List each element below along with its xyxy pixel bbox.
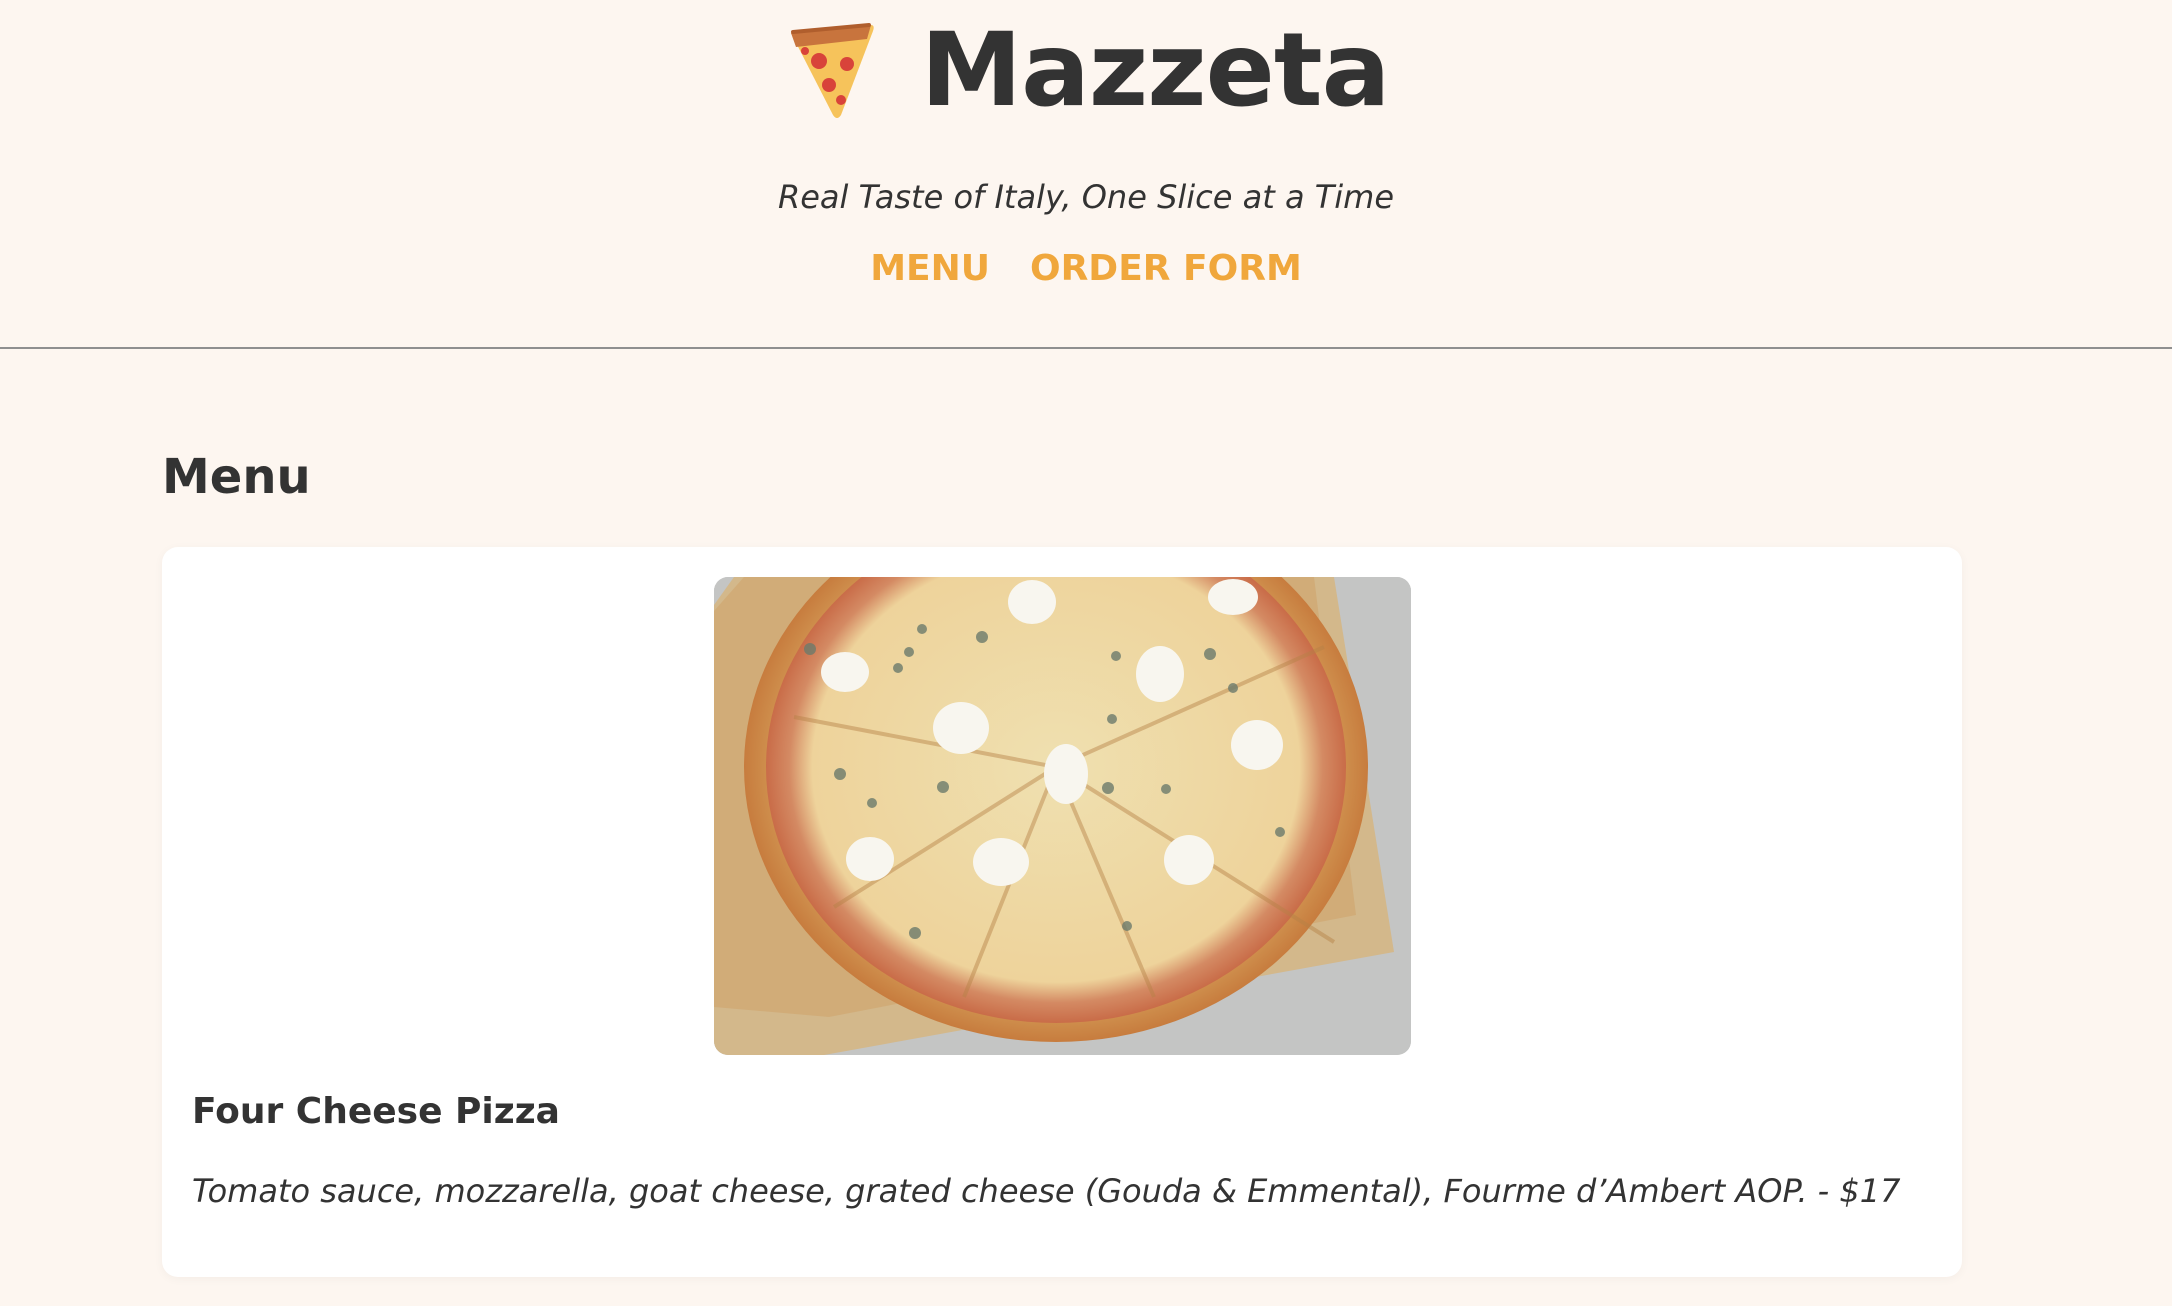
pizza-photo (714, 577, 1411, 1055)
tagline: Real Taste of Italy, One Slice at a Time (777, 178, 1395, 216)
site-title: Mazzeta (920, 11, 1391, 130)
nav-link-menu[interactable]: MENU (870, 248, 990, 289)
site-header: Mazzeta Real Taste of Italy, One Slice a… (0, 0, 2172, 349)
section-title: Menu (162, 449, 311, 505)
pizza-slice-icon (790, 23, 874, 118)
logo-row: Mazzeta (0, 20, 2172, 122)
menu-card: Four Cheese Pizza Tomato sauce, mozzarel… (162, 547, 1962, 1277)
menu-item-description: Tomato sauce, mozzarella, goat cheese, g… (192, 1172, 1901, 1210)
menu-item-name: Four Cheese Pizza (192, 1091, 560, 1132)
main-nav: MENU ORDER FORM (0, 248, 2172, 289)
nav-link-order-form[interactable]: ORDER FORM (1030, 248, 1302, 289)
